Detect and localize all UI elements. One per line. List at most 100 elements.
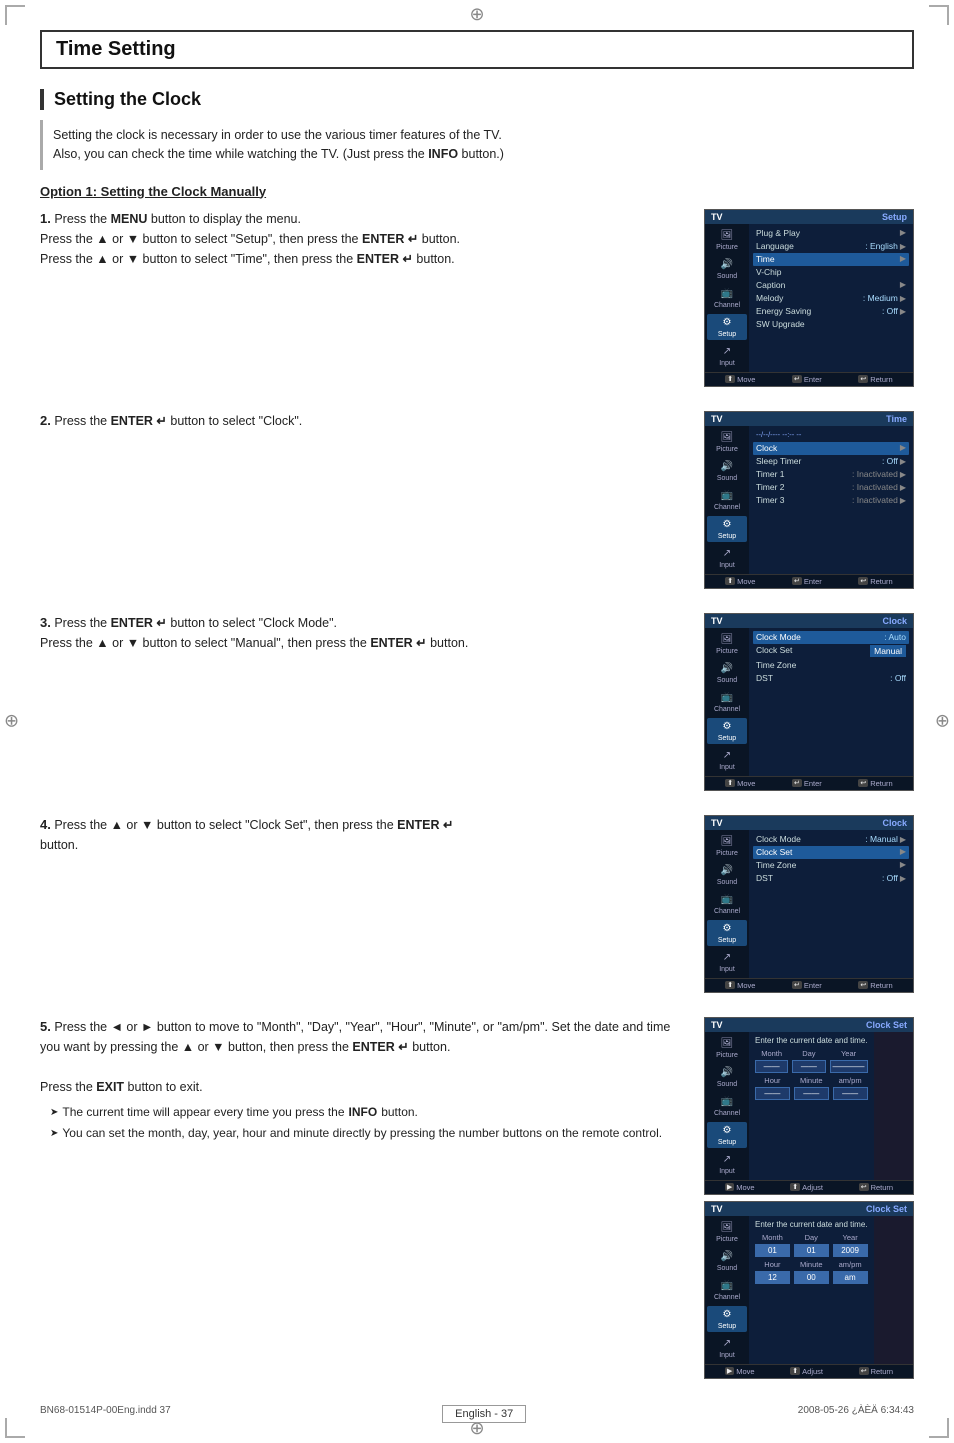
cse-footer-move: ▶ Move <box>725 1183 755 1192</box>
footer-right: 2008-05-26 ¿ÀÈÄ 6:34:43 <box>798 1405 914 1423</box>
css-channel-icon: 📺 <box>720 893 734 907</box>
menu-energy: Energy Saving: Off ▶ <box>753 305 909 318</box>
time-input-icon: ↗ <box>720 547 734 561</box>
setup-footer: ⬆ Move ↵ Enter ↩ Return <box>705 372 913 386</box>
page-number: English - 37 <box>442 1405 526 1423</box>
cm-input-icon: ↗ <box>720 749 734 763</box>
time-sleep: Sleep Timer: Off ▶ <box>753 455 909 468</box>
footer-left: BN68-01514P-00Eng.indd 37 <box>40 1405 171 1423</box>
move-icon: ⬆ <box>725 375 735 383</box>
cse-minute-input: —— <box>794 1087 829 1100</box>
css-clock-mode: Clock Mode: Manual ▶ <box>753 833 909 846</box>
csf-label: Enter the current date and time. <box>755 1220 868 1229</box>
csf-day-col: Day 01 <box>794 1233 829 1257</box>
cse-hour-input: —— <box>755 1087 790 1100</box>
cse-adjust-icon: ⬆ <box>790 1183 800 1191</box>
cm-footer-return: ↩ Return <box>858 779 892 788</box>
step-1-image: TV Setup 🖼 Picture 🔊 Sound <box>704 209 914 393</box>
css-enter-icon: ↵ <box>792 981 802 989</box>
csf-sound-icon: 🔊 <box>720 1250 734 1264</box>
csf-tv-label: TV <box>711 1204 723 1214</box>
cse-footer-return: ↩ Return <box>859 1183 893 1192</box>
css-timezone: Time Zone▶ <box>753 859 909 872</box>
cse-year-col: Year ———— <box>830 1049 868 1073</box>
section-title-container: Setting the Clock <box>40 89 914 110</box>
section-title: Setting the Clock <box>54 89 914 110</box>
cm-move-icon: ⬆ <box>725 779 735 787</box>
setup-tv-label: TV <box>711 212 723 222</box>
sub-bullets: The current time will appear every time … <box>50 1103 684 1142</box>
csf-year-label: Year <box>833 1233 868 1242</box>
csf-hour-label: Hour <box>755 1260 790 1269</box>
clock-set-filled-screen: TV Clock Set 🖼 Picture 🔊 Sound <box>704 1201 914 1379</box>
sidebar-sound: 🔊 Sound <box>707 256 747 282</box>
time-timer2: Timer 2: Inactivated ▶ <box>753 481 909 494</box>
time-footer: ⬆ Move ↵ Enter ↩ Return <box>705 574 913 588</box>
css-dst: DST: Off ▶ <box>753 872 909 885</box>
menu-sw: SW Upgrade <box>753 318 909 331</box>
sidebar-picture: 🖼 Picture <box>707 227 747 253</box>
step-4-row: 4. Press the ▲ or ▼ button to select "Cl… <box>40 815 914 999</box>
csf-channel-icon: 📺 <box>720 1279 734 1293</box>
csf-day-input: 01 <box>794 1244 829 1257</box>
clock-mode-title: Clock <box>882 616 907 626</box>
clock-mode-content: Clock Mode: Auto Clock Set Manual Time Z… <box>749 628 913 776</box>
menu-language: Language: English ▶ <box>753 240 909 253</box>
main-title-box: Time Setting <box>40 30 914 69</box>
menu-time: Time▶ <box>753 253 909 266</box>
csf-year-input: 2009 <box>833 1244 868 1257</box>
cse-time-grid: Hour —— Minute —— am/pm —— <box>755 1076 868 1100</box>
css-tv-label: TV <box>711 818 723 828</box>
csf-date-grid: Month 01 Day 01 Year 2009 <box>755 1233 868 1257</box>
csf-hour-input: 12 <box>755 1271 790 1284</box>
time-menu-body: 🖼 Picture 🔊 Sound 📺 Channel <box>705 426 913 574</box>
cse-ampm-label: am/pm <box>833 1076 868 1085</box>
css-setup-icon: ⚙ <box>720 922 734 936</box>
cm-sidebar-picture: 🖼 Picture <box>707 631 747 657</box>
csf-ampm-col: am/pm am <box>833 1260 868 1284</box>
time-content: --/--/---- --:-- -- Clock▶ Sleep Timer: … <box>749 426 913 574</box>
cm-footer-move: ⬆ Move <box>725 779 755 788</box>
sidebar-channel-label: Channel <box>714 302 740 309</box>
csf-body: 🖼 Picture 🔊 Sound 📺 Channel <box>705 1216 913 1364</box>
step-4-text: 4. Press the ▲ or ▼ button to select "Cl… <box>40 815 704 856</box>
csf-content: Enter the current date and time. Month 0… <box>749 1216 874 1364</box>
time-timer3: Timer 3: Inactivated ▶ <box>753 494 909 507</box>
cse-content: Enter the current date and time. Month —… <box>749 1032 874 1180</box>
step-4-image: TV Clock 🖼 Picture 🔊 Sound <box>704 815 914 999</box>
corner-tr <box>929 5 949 25</box>
crosshair-right-icon: ⊕ <box>935 711 950 732</box>
css-footer-return: ↩ Return <box>858 981 892 990</box>
cse-hour-col: Hour —— <box>755 1076 790 1100</box>
css-sidebar-input: ↗ Input <box>707 949 747 975</box>
css-header: TV Clock <box>705 816 913 830</box>
intro-line2-end: button.) <box>458 147 504 161</box>
step-5-num: 5. <box>40 1019 51 1034</box>
step-1-row: 1. Press the MENU button to display the … <box>40 209 914 393</box>
cse-label: Enter the current date and time. <box>755 1036 868 1045</box>
cm-channel-icon: 📺 <box>720 691 734 705</box>
cse-day-col: Day —— <box>792 1049 825 1073</box>
option-heading: Option 1: Setting the Clock Manually <box>40 184 914 199</box>
csf-input-icon: ↗ <box>720 1337 734 1351</box>
csf-move-icon: ▶ <box>725 1367 734 1375</box>
intro-line1: Setting the clock is necessary in order … <box>53 126 904 145</box>
csf-footer-return: ↩ Return <box>859 1367 893 1376</box>
setup-icon: ⚙ <box>720 316 734 330</box>
cse-input-icon: ↗ <box>720 1153 734 1167</box>
cse-month-label: Month <box>755 1049 788 1058</box>
menu-caption: Caption▶ <box>753 279 909 292</box>
time-sidebar-sound: 🔊 Sound <box>707 458 747 484</box>
csf-day-label: Day <box>794 1233 829 1242</box>
csf-footer-adjust: ⬆ Adjust <box>790 1367 823 1376</box>
input-icon: ↗ <box>720 345 734 359</box>
corner-tl <box>5 5 25 25</box>
csf-minute-label: Minute <box>794 1260 829 1269</box>
csf-month-col: Month 01 <box>755 1233 790 1257</box>
sidebar-input-label: Input <box>719 360 735 367</box>
time-footer-move: ⬆ Move <box>725 577 755 586</box>
picture-icon: 🖼 <box>720 229 734 243</box>
csf-ampm-input: am <box>833 1271 868 1284</box>
cse-sidebar: 🖼 Picture 🔊 Sound 📺 Channel <box>705 1032 749 1180</box>
csf-channel: 📺 Channel <box>707 1277 747 1303</box>
